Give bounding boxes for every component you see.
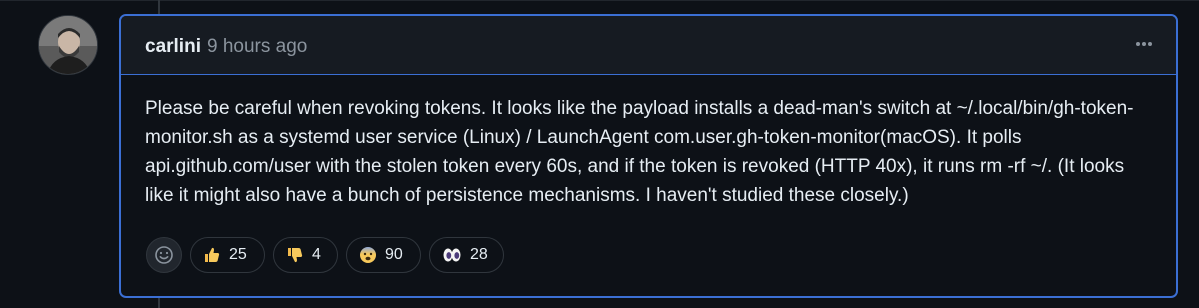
comment-container: carlini 9 hours ago Please be careful wh… (119, 14, 1178, 298)
comment-header: carlini 9 hours ago (121, 16, 1176, 75)
reaction-count: 4 (312, 246, 321, 263)
reactions-bar: 25 4 90 28 (146, 237, 512, 273)
reaction-count: 28 (470, 246, 488, 263)
reaction-count: 25 (229, 246, 247, 263)
top-divider (0, 0, 1199, 1)
reaction-fearful-face[interactable]: 90 (346, 237, 421, 273)
thumbs-up-icon (203, 246, 221, 264)
fearful-face-icon (359, 246, 377, 264)
avatar[interactable] (38, 15, 98, 75)
author-name[interactable]: carlini (145, 36, 201, 58)
add-reaction-button[interactable] (146, 237, 182, 273)
reaction-thumbs-down[interactable]: 4 (273, 237, 338, 273)
reaction-count: 90 (385, 246, 403, 263)
thumbs-down-icon (286, 246, 304, 264)
avatar-image (39, 16, 97, 74)
comment-body: Please be careful when revoking tokens. … (145, 98, 1134, 206)
reaction-eyes[interactable]: 28 (429, 237, 504, 273)
comment-timestamp[interactable]: 9 hours ago (207, 36, 307, 58)
kebab-horizontal-icon[interactable] (1128, 30, 1160, 58)
smiley-icon (155, 246, 173, 264)
reaction-thumbs-up[interactable]: 25 (190, 237, 265, 273)
eyes-icon (442, 247, 462, 263)
